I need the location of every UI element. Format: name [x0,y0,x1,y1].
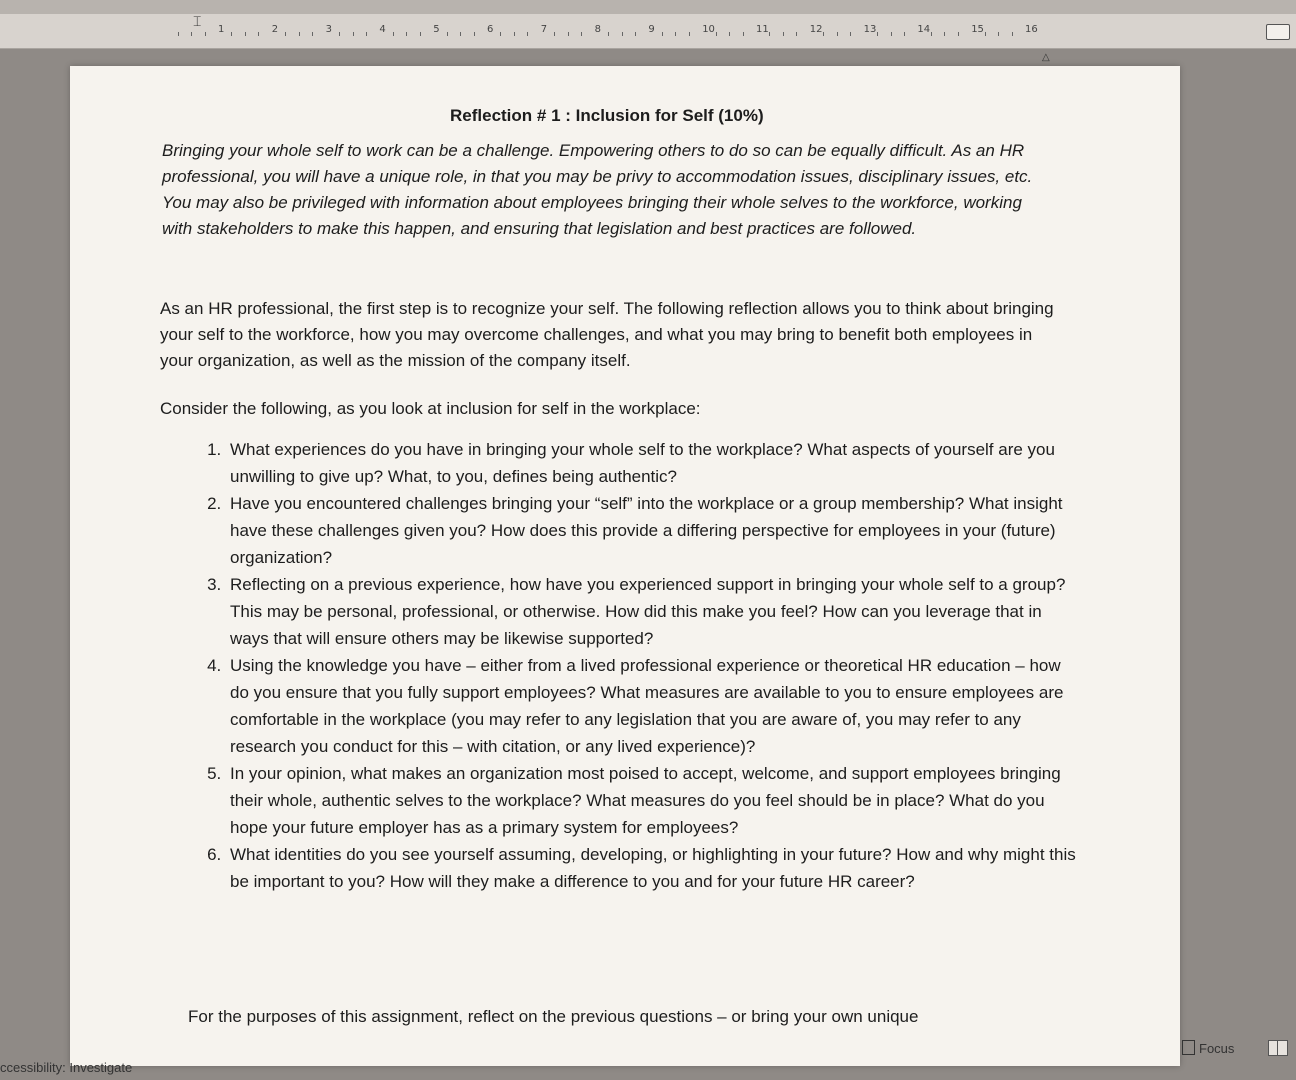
ruler-tick [500,32,502,36]
window-top-strip [0,0,1296,14]
focus-mode-button[interactable]: Focus [1182,1040,1234,1056]
ruler-number: 5 [433,24,440,35]
ruler-tick [782,32,784,36]
ruler-number: 3 [325,24,332,35]
ruler-tick [729,32,731,36]
list-item: In your opinion, what makes an organizat… [226,760,1076,841]
ruler-tick [554,32,556,36]
ruler-number: 11 [756,24,769,35]
list-item: What experiences do you have in bringing… [226,436,1076,490]
ruler-tick [581,32,583,36]
right-indent-icon[interactable]: △ [1042,52,1054,63]
ruler-number: 14 [917,24,931,35]
ruler-tick [877,32,879,36]
comments-icon[interactable] [1266,24,1290,40]
ruler-tick [903,32,905,36]
ruler-tick [312,32,314,36]
ruler-tick [298,32,300,36]
ruler-number: 2 [271,24,279,35]
ruler-tick [231,32,233,36]
ruler-tick [191,32,193,36]
ruler-tick [930,32,932,36]
ruler-tick [473,32,475,36]
ruler-tick [285,32,287,36]
ruler-tick [688,32,690,36]
ruler-tick [836,32,838,36]
ruler-tick [392,32,394,36]
ruler-tick [339,32,341,36]
body-paragraph-1: As an HR professional, the first step is… [160,299,1054,370]
ruler-number: 10 [702,24,715,35]
ruler-tick [634,32,636,36]
ruler-number: 6 [487,24,494,35]
ruler-number: 4 [379,24,386,35]
ruler-tick [460,32,462,36]
ruler-number: 8 [594,24,601,35]
document-title: Reflection # 1 : Inclusion for Self (10%… [450,106,764,125]
ruler-tick [513,32,515,36]
ruler-tick [365,32,367,36]
list-item: Have you encountered challenges bringing… [226,490,1076,571]
read-mode-icon[interactable] [1268,1040,1288,1056]
list-item: Using the knowledge you have – either fr… [226,652,1076,760]
ruler-tick [352,32,354,36]
list-item: What identities do you see yourself assu… [226,841,1076,895]
ruler-tick [621,32,623,36]
ruler-number: 7 [540,24,548,35]
ruler-tick [984,32,986,36]
ruler-tick [244,32,246,36]
question-list: What experiences do you have in bringing… [190,436,1076,895]
ruler-tick [823,32,825,36]
intro-paragraph: Bringing your whole self to work can be … [162,141,1033,238]
ruler-tick [998,32,1000,36]
ruler-number: 16 [1025,24,1038,35]
ruler-tick [177,32,179,36]
ruler-tick [406,32,408,36]
ruler-tick [742,32,744,36]
ruler-number: 9 [648,24,655,35]
focus-icon [1182,1040,1195,1055]
ruler-tick [446,32,448,36]
ruler-tick [890,32,892,36]
body-paragraph-2: Consider the following, as you look at i… [160,399,701,418]
document-page[interactable]: Reflection # 1 : Inclusion for Self (10%… [70,66,1180,1066]
ruler-number: 15 [971,24,984,35]
ruler-tick [957,32,959,36]
tab-stop-icon[interactable]: ⌶ [193,14,207,30]
ruler-tick [258,32,260,36]
ruler-tick [715,32,717,36]
closing-paragraph: For the purposes of this assignment, ref… [188,1007,919,1026]
ruler-tick [796,32,798,36]
list-item: Reflecting on a previous experience, how… [226,571,1076,652]
ruler-tick [567,32,569,36]
ruler-tick [850,32,852,36]
ruler-tick [608,32,610,36]
ruler-tick [944,32,946,36]
accessibility-status[interactable]: ccessibility: Investigate [0,1060,132,1075]
ruler-tick [527,32,529,36]
ruler-number: 1 [218,24,225,35]
ruler-tick [675,32,677,36]
focus-label: Focus [1199,1041,1235,1056]
ruler-tick [419,32,421,36]
ruler-tick [204,32,206,36]
ruler-tick [1011,32,1013,36]
ruler-number: 13 [863,24,877,35]
ruler-number: 12 [809,24,823,35]
ruler-tick [769,32,771,36]
ruler-tick [661,32,663,36]
